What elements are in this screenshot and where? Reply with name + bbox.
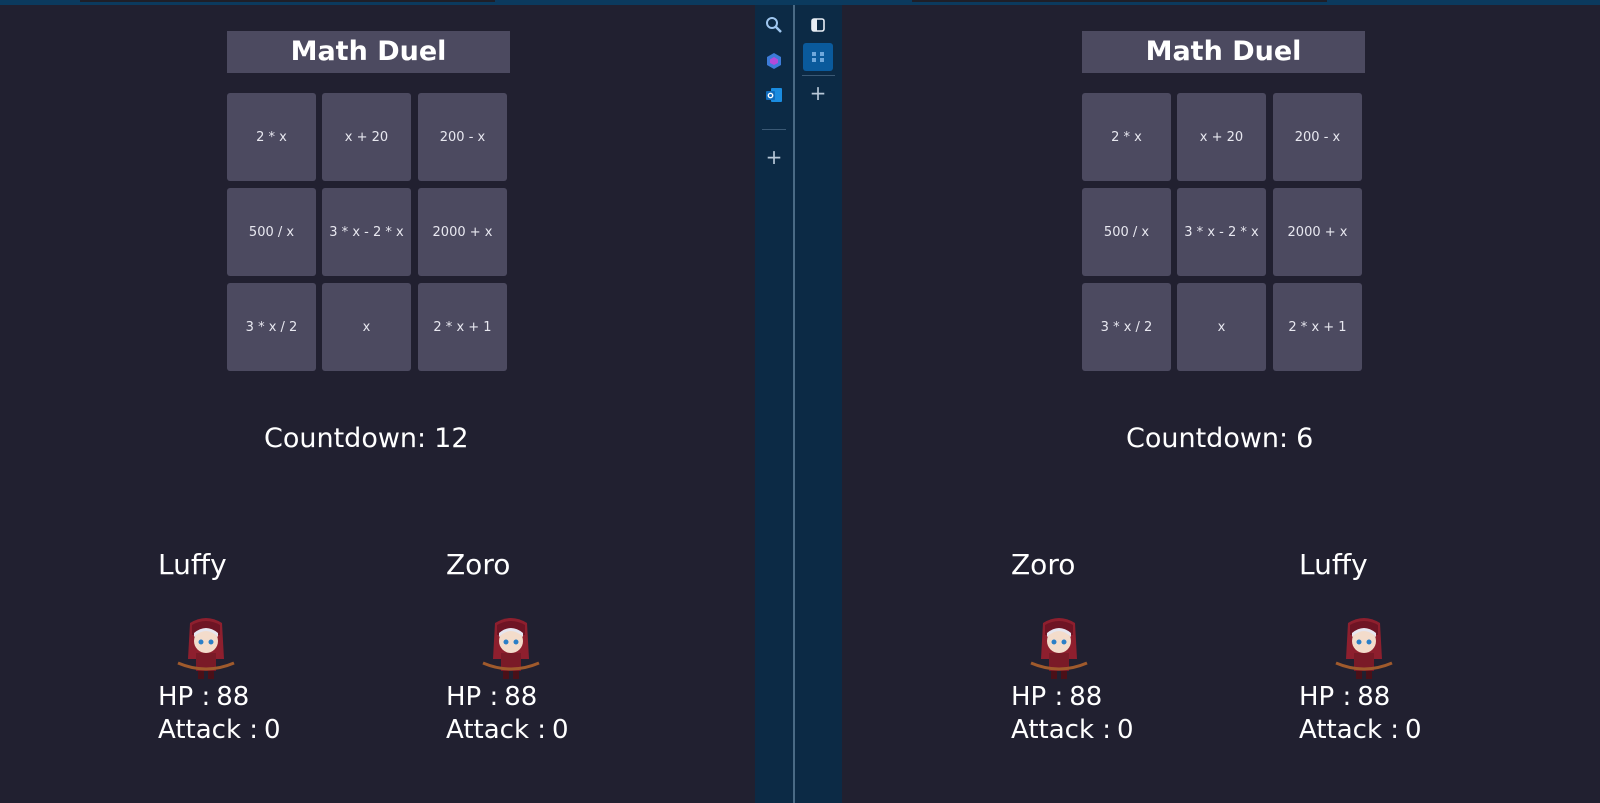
expression-card[interactable]: 3 * x / 2	[1082, 283, 1171, 371]
outlook-icon[interactable]	[764, 85, 784, 105]
hp-label: HP :	[158, 682, 211, 712]
hp-stat: HP :88	[158, 681, 378, 714]
expression-card[interactable]: 2 * x + 1	[418, 283, 507, 371]
expression-card[interactable]: 3 * x - 2 * x	[1177, 188, 1266, 276]
attack-value: 0	[552, 715, 569, 745]
hp-value: 88	[504, 682, 538, 712]
attack-value: 0	[264, 715, 281, 745]
player-sprite	[481, 615, 541, 681]
search-icon[interactable]	[764, 15, 784, 35]
copilot-icon[interactable]	[764, 51, 784, 71]
attack-label: Attack :	[158, 715, 259, 745]
attack-value: 0	[1117, 715, 1134, 745]
hp-value: 88	[1069, 682, 1103, 712]
hp-label: HP :	[1299, 682, 1352, 712]
workspace-sidebar: +	[795, 5, 842, 803]
player-name: Luffy	[1299, 548, 1368, 581]
expression-card[interactable]: 3 * x - 2 * x	[322, 188, 411, 276]
math-duel-game: Math Duel 2 * x x + 20 200 - x 500 / x 3…	[0, 5, 755, 803]
hp-value: 88	[216, 682, 250, 712]
math-duel-game: Math Duel 2 * x x + 20 200 - x 500 / x 3…	[842, 5, 1600, 803]
attack-stat: Attack :0	[158, 714, 378, 747]
countdown-display: Countdown: 12	[264, 423, 477, 454]
expression-card[interactable]: 2000 + x	[1273, 188, 1362, 276]
player-card: Luffy HP :88 Attack : 0	[158, 545, 378, 747]
attack-stat: Attack :0	[1011, 714, 1231, 747]
attack-label: Attack :	[1011, 715, 1112, 745]
split-view-icon[interactable]	[803, 43, 833, 71]
player-name: Zoro	[446, 548, 511, 581]
attack-value: 0	[1405, 715, 1422, 745]
attack-label: Attack :	[1299, 715, 1400, 745]
player-sprite	[1334, 615, 1394, 681]
add-icon[interactable]: +	[808, 83, 828, 103]
expression-card[interactable]: 2 * x	[1082, 93, 1171, 181]
attack-stat: Attack :0	[1299, 714, 1519, 747]
player-card: Luffy HP :88 Attack : 0	[1299, 545, 1519, 747]
player-sprite	[176, 615, 236, 681]
game-title: Math Duel	[1082, 31, 1365, 73]
tab-indicator-left	[80, 0, 495, 2]
expression-card[interactable]: 500 / x	[227, 188, 316, 276]
game-panel-left: Math Duel 2 * x x + 20 200 - x 500 / x 3…	[0, 5, 755, 803]
browser-sidebar: +	[755, 5, 793, 803]
player-sprite	[1029, 615, 1089, 681]
countdown-display: Countdown: 6	[1126, 423, 1321, 454]
attack-label: Attack :	[446, 715, 547, 745]
expression-card[interactable]: 200 - x	[418, 93, 507, 181]
hp-label: HP :	[446, 682, 499, 712]
player-name: Luffy	[158, 548, 227, 581]
countdown-value: 12	[434, 423, 469, 454]
expression-card[interactable]: 200 - x	[1273, 93, 1362, 181]
expression-card[interactable]: x	[1177, 283, 1266, 371]
expression-card[interactable]: x	[322, 283, 411, 371]
tab-actions-icon[interactable]	[808, 15, 828, 35]
game-title: Math Duel	[227, 31, 510, 73]
expression-card[interactable]: x + 20	[322, 93, 411, 181]
expression-card[interactable]: 2000 + x	[418, 188, 507, 276]
player-name: Zoro	[1011, 548, 1076, 581]
hp-stat: HP :88	[1299, 681, 1519, 714]
card-grid: 2 * x x + 20 200 - x 500 / x 3 * x - 2 *…	[227, 93, 510, 376]
tab-indicator-right	[912, 0, 1327, 2]
attack-stat: Attack :0	[446, 714, 666, 747]
game-panel-right: Math Duel 2 * x x + 20 200 - x 500 / x 3…	[842, 5, 1600, 803]
hp-value: 88	[1357, 682, 1391, 712]
expression-card[interactable]: 2 * x + 1	[1273, 283, 1362, 371]
player-card: Zoro HP :88 Attack :0	[1011, 545, 1231, 747]
expression-card[interactable]: 2 * x	[227, 93, 316, 181]
expression-card[interactable]: x + 20	[1177, 93, 1266, 181]
hp-stat: HP :88	[1011, 681, 1231, 714]
countdown-label: Countdown:	[264, 423, 427, 454]
countdown-label: Countdown:	[1126, 423, 1289, 454]
hp-stat: HP :88	[446, 681, 666, 714]
countdown-value: 6	[1296, 423, 1314, 454]
player-card: Zoro HP :88 Attack :0	[446, 545, 666, 747]
hp-label: HP :	[1011, 682, 1064, 712]
sidebar-divider	[762, 129, 786, 130]
add-icon[interactable]: +	[764, 147, 784, 167]
expression-card[interactable]: 500 / x	[1082, 188, 1171, 276]
sidebar-divider	[802, 75, 835, 76]
expression-card[interactable]: 3 * x / 2	[227, 283, 316, 371]
card-grid: 2 * x x + 20 200 - x 500 / x 3 * x - 2 *…	[1082, 93, 1365, 376]
